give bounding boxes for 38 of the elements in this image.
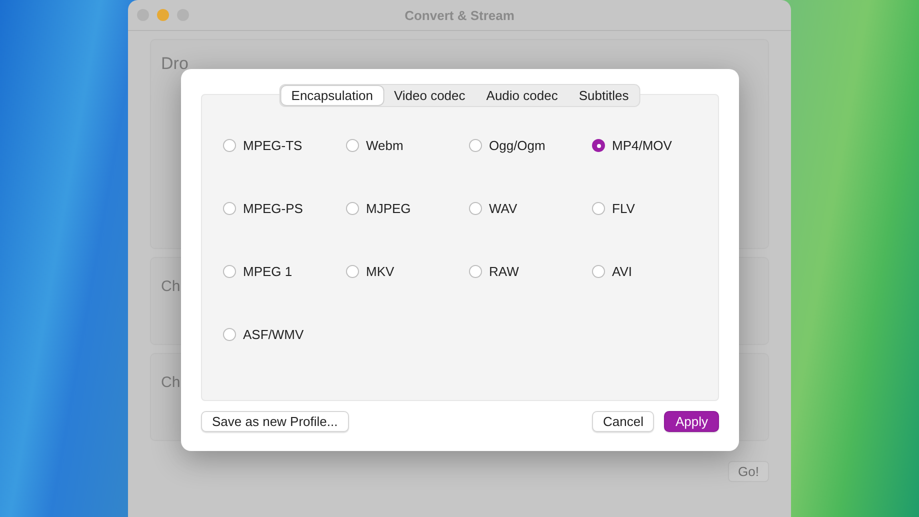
radio-button[interactable] [592, 202, 605, 215]
cancel-button[interactable]: Cancel [592, 411, 654, 432]
radio-label[interactable]: WAV [489, 201, 518, 216]
radio-label[interactable]: MPEG-TS [243, 138, 302, 153]
radio-button[interactable] [592, 265, 605, 278]
radio-button[interactable] [346, 265, 359, 278]
radio-label[interactable]: ASF/WMV [243, 327, 304, 342]
radio-label[interactable]: RAW [489, 264, 519, 279]
radio-label[interactable]: Ogg/Ogm [489, 138, 546, 153]
tab[interactable]: Video codec [384, 86, 476, 105]
tab[interactable]: Encapsulation [281, 86, 383, 105]
radio-label[interactable]: AVI [612, 264, 632, 279]
radio-button[interactable] [223, 265, 236, 278]
radio-button[interactable] [469, 139, 482, 152]
radio-button[interactable] [223, 328, 236, 341]
radio-button[interactable] [346, 202, 359, 215]
radio-button[interactable] [223, 139, 236, 152]
radio-label[interactable]: Webm [366, 138, 404, 153]
radio-label[interactable]: MKV [366, 264, 394, 279]
radio-button[interactable] [592, 139, 605, 152]
minimize-button[interactable] [157, 9, 169, 21]
radio-label[interactable]: MP4/MOV [612, 138, 672, 153]
radio-label[interactable]: MPEG-PS [243, 201, 303, 216]
radio-button[interactable] [469, 265, 482, 278]
radio-button[interactable] [223, 202, 236, 215]
tab[interactable]: Subtitles [568, 86, 639, 105]
section-heading: Ch [161, 278, 180, 295]
section-heading: Dro [161, 54, 188, 74]
window-title: Convert & Stream [404, 8, 514, 22]
section-heading: Ch [161, 374, 180, 391]
radio-label[interactable]: MJPEG [366, 201, 411, 216]
radio-label[interactable]: FLV [612, 201, 635, 216]
save-profile-button[interactable]: Save as new Profile... [201, 411, 349, 432]
radio-label[interactable]: MPEG 1 [243, 264, 292, 279]
apply-button[interactable]: Apply [664, 411, 719, 432]
radio-button[interactable] [469, 202, 482, 215]
tab[interactable]: Audio codec [476, 86, 568, 105]
radio-button[interactable] [346, 139, 359, 152]
